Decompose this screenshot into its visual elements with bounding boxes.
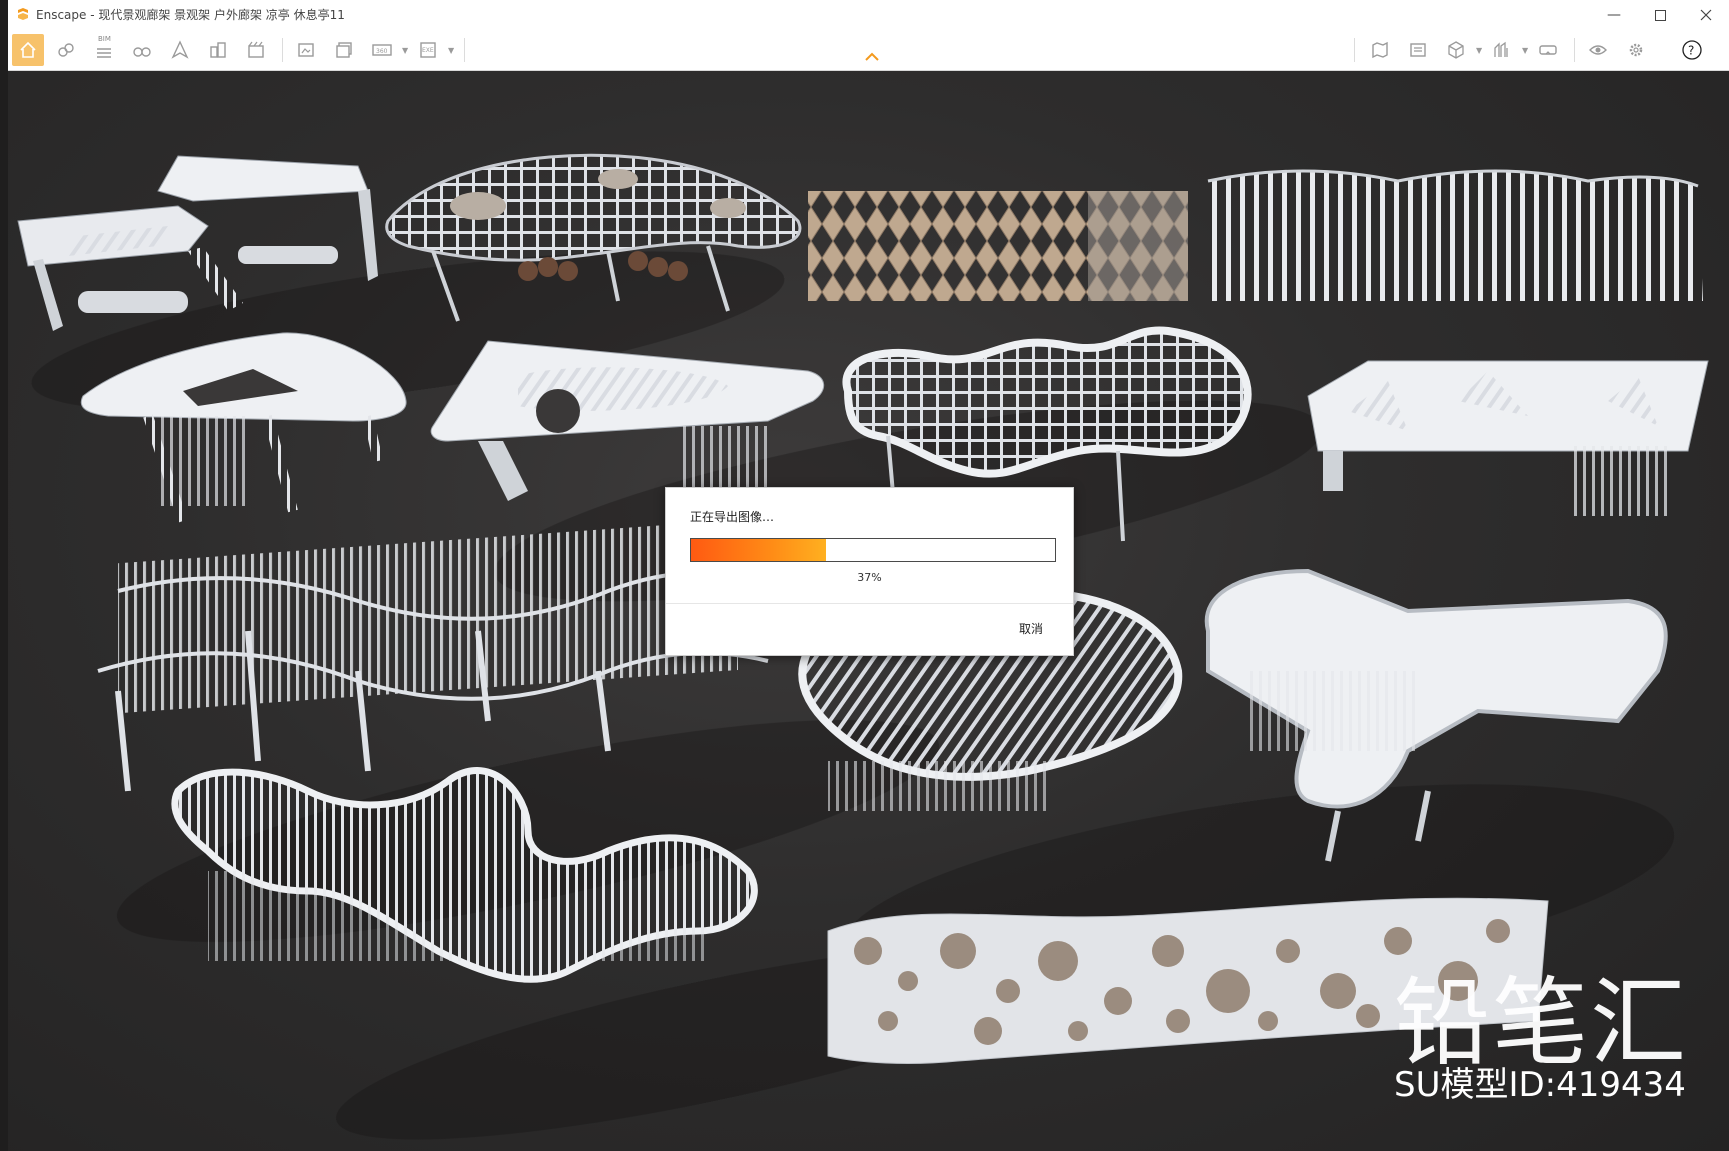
pavilion-triangle-panels	[1307, 360, 1709, 516]
export-exe-button[interactable]: EXE	[412, 34, 444, 66]
export-progress-dialog: 正在导出图像… 37% 取消	[665, 487, 1074, 656]
home-icon	[20, 41, 36, 58]
help-button[interactable]: ?	[1676, 34, 1708, 66]
svg-text:?: ?	[1688, 44, 1694, 58]
asset-library-button[interactable]	[1402, 34, 1434, 66]
link-icon	[58, 43, 74, 57]
export-progress-bar	[690, 538, 1056, 562]
pavilion-diamond-screen	[808, 191, 1188, 301]
visual-settings-icon	[1589, 45, 1607, 55]
navigation-icon	[171, 40, 189, 59]
batch-export-button[interactable]	[328, 34, 360, 66]
cube-icon	[1448, 41, 1464, 59]
settings-button[interactable]	[1620, 34, 1652, 66]
vr-headset-icon	[1539, 45, 1557, 55]
window-title: Enscape - 现代景观廊架 景观架 户外廊架 凉亭 休息亭11	[36, 8, 345, 22]
svg-text:EXE: EXE	[422, 47, 434, 54]
panorama-button[interactable]: 360	[366, 34, 398, 66]
progress-percent-text: 37%	[857, 571, 882, 584]
enscape-logo-icon	[18, 8, 28, 20]
material-icon	[1494, 41, 1508, 57]
video-icon	[248, 41, 264, 58]
map-button[interactable]	[1364, 34, 1396, 66]
pavilion-long-table-roof	[430, 340, 825, 506]
svg-text:360: 360	[376, 48, 388, 55]
model-id-label: SU模型ID:419434	[1394, 1065, 1686, 1105]
settings-icon	[1629, 43, 1643, 57]
dialog-title: 正在导出图像…	[690, 510, 775, 524]
binoculars-icon	[133, 47, 151, 57]
video-editor-button[interactable]	[240, 34, 272, 66]
buildings-icon	[210, 42, 226, 58]
buildings-button[interactable]	[202, 34, 234, 66]
view-button[interactable]	[126, 34, 158, 66]
cancel-button[interactable]: 取消	[1019, 620, 1043, 637]
cube-button[interactable]	[1440, 34, 1472, 66]
material-button[interactable]	[1486, 34, 1518, 66]
progress-fill	[691, 539, 826, 561]
batch-export-icon	[336, 42, 352, 58]
close-icon	[1700, 9, 1712, 21]
minimize-button[interactable]: —	[1591, 0, 1637, 30]
bim-icon	[97, 48, 111, 58]
maximize-button[interactable]	[1637, 0, 1683, 30]
enscape-toolbar: BIM 360 ▼ EXE ▼ ▼ ▼ ?	[8, 30, 1729, 71]
export-image-button[interactable]	[290, 34, 322, 66]
collapse-toolbar-chevron-icon[interactable]	[864, 52, 880, 62]
help-icon: ?	[1682, 40, 1702, 60]
asset-library-icon	[1410, 43, 1426, 57]
vr-headset-button[interactable]	[1532, 34, 1564, 66]
bim-button[interactable]	[88, 34, 120, 66]
panorama-icon: 360	[372, 44, 392, 56]
title-bar: Enscape - 现代景观廊架 景观架 户外廊架 凉亭 休息亭11 —	[8, 0, 1729, 30]
dialog-divider	[666, 603, 1073, 604]
pavilion-arched-tunnel	[1207, 169, 1703, 301]
render-viewport[interactable]: 正在导出图像… 37% 取消 铅笔汇 SU模型ID:419434	[8, 71, 1729, 1151]
home-button[interactable]	[12, 34, 44, 66]
maximize-icon	[1654, 9, 1666, 21]
navigation-button[interactable]	[164, 34, 196, 66]
export-image-icon	[298, 43, 314, 57]
close-button[interactable]	[1683, 0, 1729, 30]
export-exe-icon: EXE	[420, 42, 436, 58]
map-icon	[1372, 41, 1388, 59]
enscape-window: Enscape - 现代景观廊架 景观架 户外廊架 凉亭 休息亭11 — BIM	[8, 0, 1729, 1151]
link-button[interactable]	[50, 34, 82, 66]
visual-settings-button[interactable]	[1582, 34, 1614, 66]
